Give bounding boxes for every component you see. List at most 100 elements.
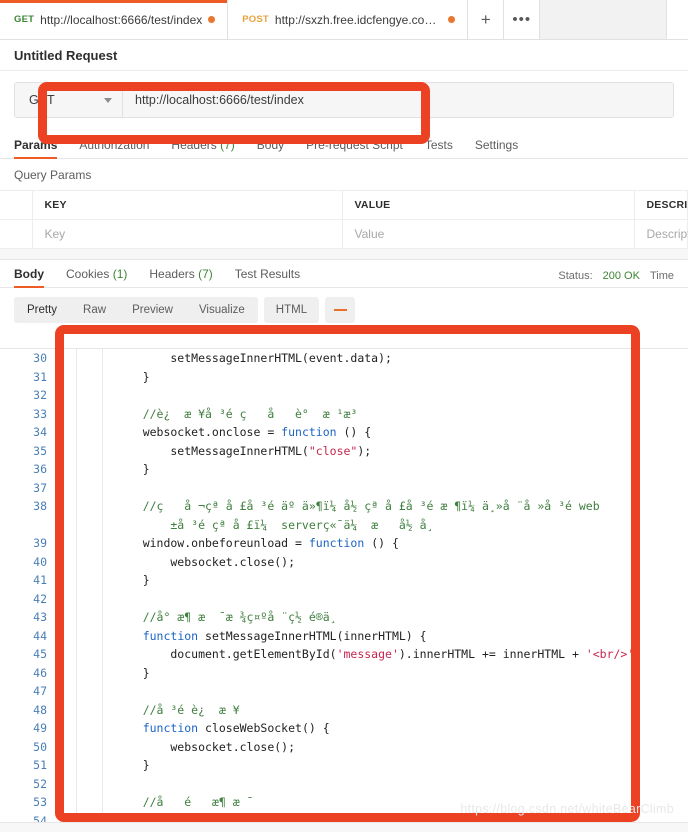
http-method-select[interactable]: GET bbox=[15, 83, 123, 117]
line-number: 40 bbox=[33, 554, 47, 569]
tab-body[interactable]: Body bbox=[246, 138, 295, 158]
line-number: 45 bbox=[33, 647, 47, 661]
line-number: 30 bbox=[33, 351, 47, 365]
code-line: } bbox=[115, 462, 150, 476]
unsaved-dot-icon bbox=[448, 16, 456, 23]
key-input[interactable]: Key bbox=[32, 219, 343, 249]
tab-response-body-label: Body bbox=[14, 267, 44, 281]
tab-headers[interactable]: Headers (7) bbox=[160, 138, 245, 158]
tab-test-results-label: Test Results bbox=[234, 267, 301, 281]
line-number: 52 bbox=[33, 776, 47, 791]
description-input[interactable]: Description bbox=[634, 219, 688, 249]
tab-settings-label: Settings bbox=[474, 138, 519, 152]
line-number: 53 bbox=[33, 795, 47, 809]
viewer-mode-pretty[interactable]: Pretty bbox=[14, 297, 70, 323]
tab-params[interactable]: Params bbox=[14, 138, 68, 159]
request-section-tabs: Params Authorization Headers (7) Body Pr… bbox=[0, 129, 688, 159]
header-checkbox-cell bbox=[0, 190, 33, 220]
line-number: 33 bbox=[33, 406, 47, 421]
url-row: GET http://localhost:6666/test/index bbox=[0, 71, 688, 129]
response-section-tabs: Body Cookies (1) Headers (7) Test Result… bbox=[0, 260, 688, 288]
tab-params-label: Params bbox=[14, 138, 58, 152]
line-number: 49 bbox=[33, 721, 47, 735]
tab-pre-request-script[interactable]: Pre-request Script bbox=[295, 138, 414, 158]
tab-response-headers[interactable]: Headers (7) bbox=[138, 267, 223, 287]
code-line: //ç å ¬çª å £å ³é äº ä»¶ï¼ å½ çª å £å ³é… bbox=[115, 499, 600, 513]
line-number: 34 bbox=[33, 425, 47, 439]
chevron-down-icon bbox=[104, 97, 112, 103]
tab-url-label: http://sxzh.free.idcfengye.com... bbox=[274, 12, 443, 27]
row-checkbox-cell[interactable] bbox=[0, 219, 33, 249]
response-meta: Status: 200 OK Time bbox=[558, 270, 674, 287]
code-line: } bbox=[115, 573, 150, 587]
url-input[interactable]: http://localhost:6666/test/index bbox=[123, 83, 673, 117]
request-tab-post[interactable]: POST http://sxzh.free.idcfengye.com... bbox=[228, 0, 469, 39]
url-input-value: http://localhost:6666/test/index bbox=[135, 93, 304, 107]
tab-response-body[interactable]: Body bbox=[14, 267, 55, 288]
response-format-select[interactable]: HTML bbox=[263, 297, 320, 323]
code-fold-column[interactable] bbox=[57, 349, 77, 832]
tab-tests[interactable]: Tests bbox=[414, 138, 464, 158]
tab-response-headers-label: Headers bbox=[149, 267, 195, 281]
params-splitter[interactable] bbox=[0, 249, 688, 260]
response-body-code-viewer[interactable]: 30 31 32 33 34 35 36 37 38 39 40 41 42 43 44 45 46 47 48 49… bbox=[0, 348, 688, 832]
code-line: document.getElementById('message').inner… bbox=[115, 647, 642, 661]
code-line: } bbox=[115, 369, 150, 384]
line-number: 48 bbox=[33, 702, 47, 717]
tab-response-cookies-label: Cookies bbox=[66, 267, 110, 281]
line-number: 35 bbox=[33, 443, 47, 458]
tab-overflow-button[interactable]: ••• bbox=[504, 0, 541, 39]
code-line: websocket.close(); bbox=[115, 554, 296, 569]
column-header-value: VALUE bbox=[342, 190, 635, 220]
watermark-text: https://blog.csdn.net/whiteBearClimb bbox=[460, 802, 674, 816]
response-viewer-toolbar: Pretty Raw Preview Visualize HTML bbox=[0, 288, 688, 326]
viewer-mode-visualize[interactable]: Visualize bbox=[186, 297, 258, 323]
code-line: //è¿ æ ¥å ³é ç å è° æ ¹æ³ bbox=[115, 406, 358, 421]
query-params-table: KEY VALUE DESCRIPTION Key Value Descript… bbox=[0, 190, 688, 249]
code-content: setMessageInnerHTML(event.data); } //è¿ … bbox=[103, 349, 688, 832]
line-number: 44 bbox=[33, 628, 47, 643]
line-number: 41 bbox=[33, 573, 47, 587]
code-marker-column bbox=[77, 349, 103, 832]
tab-pre-request-script-label: Pre-request Script bbox=[306, 138, 403, 152]
line-number: 43 bbox=[33, 610, 47, 624]
unsaved-dot-icon bbox=[208, 16, 216, 23]
table-header-row: KEY VALUE DESCRIPTION bbox=[0, 190, 688, 220]
viewer-mode-preview[interactable]: Preview bbox=[119, 297, 186, 323]
code-line: setMessageInnerHTML(event.data); bbox=[115, 351, 392, 365]
line-number: 32 bbox=[33, 388, 47, 402]
tab-response-cookies-count: (1) bbox=[112, 267, 128, 281]
code-line: } bbox=[115, 758, 150, 772]
new-tab-button[interactable]: + bbox=[468, 0, 505, 39]
code-line: setMessageInnerHTML("close"); bbox=[115, 443, 372, 458]
tab-response-headers-count: (7) bbox=[198, 267, 213, 281]
request-tab-get[interactable]: GET http://localhost:6666/test/index bbox=[0, 0, 229, 39]
code-line: window.onbeforeunload = function () { bbox=[115, 536, 399, 550]
tab-test-results[interactable]: Test Results bbox=[224, 267, 311, 287]
plus-icon: + bbox=[480, 9, 491, 29]
line-number: 50 bbox=[33, 739, 47, 754]
code-line: function setMessageInnerHTML(innerHTML) … bbox=[142, 628, 427, 643]
request-tab-strip: GET http://localhost:6666/test/index POS… bbox=[0, 0, 688, 40]
tab-authorization-label: Authorization bbox=[79, 138, 150, 152]
status-label: Status: bbox=[558, 270, 593, 282]
code-line: websocket.close(); bbox=[115, 739, 296, 754]
tab-headers-count: (7) bbox=[220, 138, 235, 152]
wrap-lines-button[interactable] bbox=[325, 297, 356, 323]
line-number: 36 bbox=[33, 462, 47, 476]
column-header-key: KEY bbox=[32, 190, 343, 220]
line-number: 46 bbox=[33, 665, 47, 680]
value-input[interactable]: Value bbox=[342, 219, 635, 249]
page-title: Untitled Request bbox=[14, 47, 118, 63]
bottom-strip bbox=[0, 822, 688, 832]
tab-authorization[interactable]: Authorization bbox=[68, 138, 160, 158]
line-number: 37 bbox=[33, 480, 47, 495]
viewer-mode-raw[interactable]: Raw bbox=[70, 297, 119, 323]
tab-settings[interactable]: Settings bbox=[464, 138, 529, 158]
tab-tests-label: Tests bbox=[424, 138, 453, 152]
line-number: 38 bbox=[33, 499, 47, 513]
tab-response-cookies[interactable]: Cookies (1) bbox=[55, 267, 138, 287]
